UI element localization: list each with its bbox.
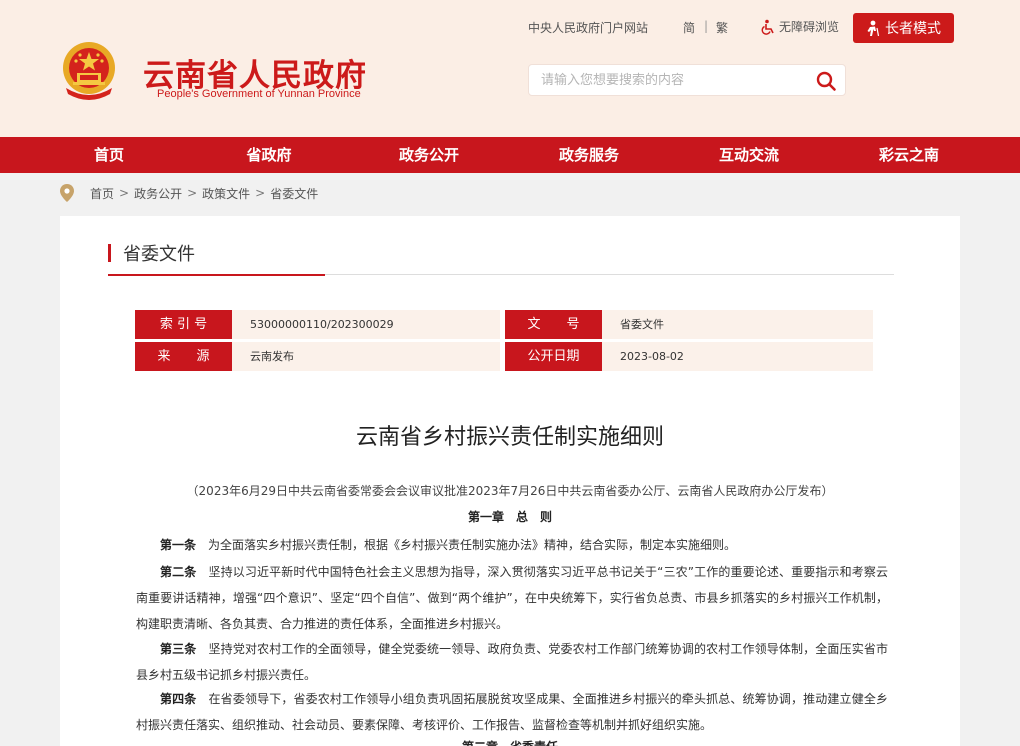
breadcrumb-gov-affairs[interactable]: 政务公开 [134, 185, 182, 202]
article-title: 云南省乡村振兴责任制实施细则 [355, 425, 664, 450]
wheelchair-icon [761, 19, 774, 35]
breadcrumb-policy-docs[interactable]: 政策文件 [202, 185, 250, 202]
article-paragraph: 第四条 在省委领导下，省委农村工作领导小组负责巩固拓展脱贫攻坚成果、全面推进乡村… [136, 686, 888, 738]
content-panel: 省委文件 索 引 号 53000000110/202300029 文 号 省委文… [60, 216, 960, 746]
nav-item-government[interactable]: 省政府 [209, 137, 329, 173]
site-name-english: People's Government of Yunnan Province [157, 88, 361, 100]
search-icon[interactable] [815, 70, 837, 92]
article-clause-lead: 第三条 [160, 642, 197, 656]
chapter-heading: 第二章 省委责任 [60, 738, 960, 746]
site-header: 云南省人民政府 People's Government of Yunnan Pr… [0, 0, 1020, 137]
article-clause-lead: 第四条 [160, 692, 197, 706]
breadcrumb-separator: > [255, 186, 266, 200]
simplified-chinese-link[interactable]: 简 [683, 19, 695, 36]
accessibility-label: 无障碍浏览 [779, 20, 840, 34]
meta-docno-label: 文 号 [505, 310, 602, 339]
meta-index-label: 索 引 号 [135, 310, 232, 339]
article-clause-lead: 第一条 [160, 538, 197, 552]
nav-item-yunnan[interactable]: 彩云之南 [849, 137, 969, 173]
location-pin-icon [60, 184, 74, 202]
breadcrumb-home[interactable]: 首页 [90, 185, 114, 202]
search-box [528, 64, 846, 96]
national-emblem-icon[interactable] [60, 40, 118, 102]
elder-mode-label: 长者模式 [885, 21, 941, 37]
article-clause-lead: 第二条 [160, 565, 197, 579]
chapter-heading: 第一章 总 则 [467, 510, 552, 524]
nav-item-services[interactable]: 政务服务 [529, 137, 649, 173]
elder-mode-button[interactable]: 长者模式 [853, 13, 954, 43]
breadcrumb-current[interactable]: 省委文件 [270, 185, 318, 202]
accessibility-link[interactable]: 无障碍浏览 [760, 18, 839, 35]
breadcrumb-separator: > [119, 186, 130, 200]
article-paragraph: 第一条 为全面落实乡村振兴责任制，根据《乡村振兴责任制实施办法》精神，结合实际，… [136, 532, 888, 558]
article-clause-text: 坚持以习近平新时代中国特色社会主义思想为指导，深入贯彻落实习近平总书记关于“三农… [136, 565, 888, 631]
article-paragraph: 第二条 坚持以习近平新时代中国特色社会主义思想为指导，深入贯彻落实习近平总书记关… [136, 559, 888, 637]
article-clause-text: 为全面落实乡村振兴责任制，根据《乡村振兴责任制实施办法》精神，结合实际，制定本实… [208, 538, 737, 552]
meta-date-value: 2023-08-02 [602, 342, 873, 371]
breadcrumb-separator: > [187, 186, 198, 200]
meta-source-value: 云南发布 [232, 342, 500, 371]
search-input[interactable] [541, 65, 811, 95]
language-separator: | [704, 19, 709, 33]
breadcrumb: 首页 > 政务公开 > 政策文件 > 省委文件 [60, 184, 318, 202]
meta-index-value: 53000000110/202300029 [232, 310, 500, 339]
article-clause-text: 在省委领导下，省委农村工作领导小组负责巩固拓展脱贫攻坚成果、全面推进乡村振兴的牵… [136, 692, 888, 732]
central-portal-link[interactable]: 中央人民政府门户网站 [528, 19, 648, 36]
elder-person-icon [867, 20, 880, 36]
nav-item-interaction[interactable]: 互动交流 [689, 137, 809, 173]
article-clause-text: 坚持党对农村工作的全面领导，健全党委统一领导、政府负责、党委农村工作部门统筹协调… [136, 642, 888, 682]
meta-docno-value: 省委文件 [602, 310, 873, 339]
meta-source-label: 来 源 [135, 342, 232, 371]
nav-item-gov-affairs[interactable]: 政务公开 [369, 137, 489, 173]
article-subtitle: （2023年6月29日中共云南省委常委会会议审议批准2023年7月26日中共云南… [186, 484, 834, 498]
article-paragraph: 第三条 坚持党对农村工作的全面领导，健全党委统一领导、政府负责、党委农村工作部门… [136, 636, 888, 688]
section-title: 省委文件 [108, 242, 195, 265]
nav-item-home[interactable]: 首页 [49, 137, 169, 173]
section-divider-accent [108, 274, 325, 276]
traditional-chinese-link[interactable]: 繁 [716, 19, 728, 36]
main-nav: 首页 省政府 政务公开 政务服务 互动交流 彩云之南 [0, 137, 1020, 173]
meta-date-label: 公开日期 [505, 342, 602, 371]
